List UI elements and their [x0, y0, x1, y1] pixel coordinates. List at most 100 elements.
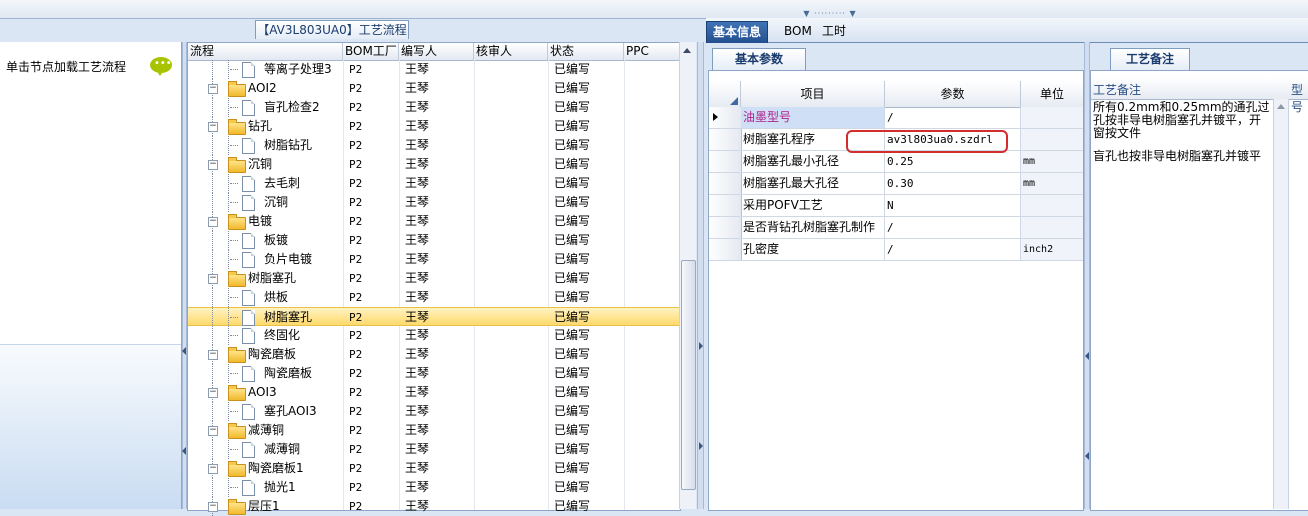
collapse-toggle-icon[interactable]: −: [208, 426, 218, 436]
param-value[interactable]: N: [885, 195, 1021, 216]
table-row[interactable]: − 钻孔 P2 王琴 已编写: [188, 117, 680, 136]
table-row[interactable]: 减薄铜 P2 王琴 已编写: [188, 440, 680, 459]
table-row[interactable]: 树脂塞孔 P2 王琴 已编写: [188, 307, 680, 327]
expand-right-icon[interactable]: [699, 442, 703, 450]
param-row[interactable]: 采用POFV工艺 N: [709, 195, 1083, 217]
collapse-toggle-icon[interactable]: −: [208, 84, 218, 94]
collapse-toggle-icon[interactable]: −: [208, 274, 218, 284]
folder-icon: [228, 385, 246, 401]
table-row[interactable]: 负片电镀 P2 王琴 已编写: [188, 250, 680, 269]
cell-bom-factory: P2: [349, 424, 363, 437]
param-value[interactable]: 0.30: [885, 173, 1021, 194]
collapse-toggle-icon[interactable]: −: [208, 160, 218, 170]
tab-basic-info[interactable]: 基本信息: [706, 21, 769, 43]
col-value[interactable]: 参数: [885, 81, 1021, 107]
table-row[interactable]: − AOI2 P2 王琴 已编写: [188, 79, 680, 98]
cell-flow: 塞孔AOI3: [264, 404, 317, 418]
table-row[interactable]: − AOI3 P2 王琴 已编写: [188, 383, 680, 402]
scroll-up-icon[interactable]: [1277, 104, 1285, 109]
cell-status: 已编写: [554, 423, 591, 437]
param-value[interactable]: /: [885, 217, 1021, 238]
collapse-toggle-icon[interactable]: −: [208, 122, 218, 132]
cell-bom-factory: P2: [349, 272, 363, 285]
tab-basic-params[interactable]: 基本参数: [712, 48, 806, 70]
table-row[interactable]: 树脂钻孔 P2 王琴 已编写: [188, 136, 680, 155]
table-row[interactable]: − 电镀 P2 王琴 已编写: [188, 212, 680, 231]
col-reviewer[interactable]: 核审人: [474, 43, 548, 60]
collapse-icon[interactable]: [1085, 452, 1089, 460]
table-row[interactable]: − 陶瓷磨板1 P2 王琴 已编写: [188, 459, 680, 478]
table-row[interactable]: 等离子处理3 P2 王琴 已编写: [188, 60, 680, 79]
param-row[interactable]: 油墨型号 /: [709, 107, 1083, 129]
cell-flow: 抛光1: [264, 480, 296, 494]
col-author[interactable]: 编写人: [399, 43, 474, 60]
col-unit[interactable]: 单位: [1021, 81, 1083, 107]
col-model[interactable]: 型号: [1291, 81, 1308, 115]
collapse-toggle-icon[interactable]: −: [208, 350, 218, 360]
table-row[interactable]: − 树脂塞孔 P2 王琴 已编写: [188, 269, 680, 288]
table-row[interactable]: 沉铜 P2 王琴 已编写: [188, 193, 680, 212]
cell-status: 已编写: [554, 81, 591, 95]
table-row[interactable]: 烘板 P2 王琴 已编写: [188, 288, 680, 307]
table-row[interactable]: 去毛刺 P2 王琴 已编写: [188, 174, 680, 193]
col-flow[interactable]: 流程: [188, 43, 343, 60]
col-process-notes[interactable]: 工艺备注: [1093, 81, 1141, 98]
collapse-toggle-icon[interactable]: −: [208, 217, 218, 227]
expand-right-icon[interactable]: [699, 342, 703, 350]
collapse-left-icon[interactable]: [182, 347, 186, 355]
cell-author: 王琴: [405, 252, 430, 266]
param-value[interactable]: /: [885, 107, 1021, 128]
table-row[interactable]: 陶瓷磨板 P2 王琴 已编写: [188, 364, 680, 383]
row-header[interactable]: [709, 107, 742, 128]
table-row[interactable]: 塞孔AOI3 P2 王琴 已编写: [188, 402, 680, 421]
cell-status: 已编写: [554, 347, 591, 361]
table-row[interactable]: 板镀 P2 王琴 已编写: [188, 231, 680, 250]
table-row[interactable]: − 陶瓷磨板 P2 王琴 已编写: [188, 345, 680, 364]
param-row[interactable]: 孔密度 / inch2: [709, 239, 1083, 261]
folder-icon: [228, 347, 246, 363]
splitter-grip-icon[interactable]: ▼ ········· ▼: [790, 10, 870, 18]
param-value[interactable]: 0.25: [885, 151, 1021, 172]
row-header[interactable]: [709, 217, 742, 238]
table-row[interactable]: 终固化 P2 王琴 已编写: [188, 326, 680, 345]
param-row[interactable]: 树脂塞孔最小孔径 0.25 mm: [709, 151, 1083, 173]
param-row[interactable]: 树脂塞孔最大孔径 0.30 mm: [709, 173, 1083, 195]
collapse-toggle-icon[interactable]: −: [208, 502, 218, 512]
row-header[interactable]: [709, 195, 742, 216]
collapse-toggle-icon[interactable]: −: [208, 464, 218, 474]
param-row[interactable]: 是否背钻孔树脂塞孔制作 /: [709, 217, 1083, 239]
row-header[interactable]: [709, 239, 742, 260]
col-item[interactable]: 项目: [741, 81, 885, 107]
col-bom-factory[interactable]: BOM工厂: [343, 43, 399, 60]
grid-scrollbar[interactable]: [679, 42, 696, 509]
row-header[interactable]: [709, 129, 742, 150]
scroll-up-icon[interactable]: [683, 48, 691, 53]
collapse-left-icon[interactable]: [182, 447, 186, 455]
table-row[interactable]: − 减薄铜 P2 王琴 已编写: [188, 421, 680, 440]
collapse-toggle-icon[interactable]: −: [208, 388, 218, 398]
middle-splitter[interactable]: [697, 42, 704, 509]
param-value[interactable]: /: [885, 239, 1021, 260]
document-icon: [242, 310, 255, 326]
cell-author: 王琴: [405, 138, 430, 152]
tab-work-hours[interactable]: 工时: [816, 21, 852, 42]
table-row[interactable]: − 层压1 P2 王琴 已编写: [188, 497, 680, 516]
notes-scrollbar[interactable]: [1273, 99, 1289, 509]
table-row[interactable]: 抛光1 P2 王琴 已编写: [188, 478, 680, 497]
tab-bom[interactable]: BOM: [778, 21, 818, 42]
cell-bom-factory: P2: [349, 367, 363, 380]
note-line-1: 所有0.2mm和0.25mm的通孔过孔按非导电树脂塞孔并镀平，开窗按文件: [1093, 100, 1270, 140]
cell-status: 已编写: [554, 157, 591, 171]
collapse-icon[interactable]: [1085, 352, 1089, 360]
notes-text[interactable]: 所有0.2mm和0.25mm的通孔过孔按非导电树脂塞孔并镀平，开窗按文件 盲孔也…: [1093, 101, 1271, 163]
scroll-thumb[interactable]: [681, 260, 696, 490]
tab-process-notes[interactable]: 工艺备注: [1110, 48, 1190, 70]
table-row[interactable]: 盲孔检查2 P2 王琴 已编写: [188, 98, 680, 117]
row-header[interactable]: [709, 151, 742, 172]
col-ppc[interactable]: PPC: [624, 43, 680, 60]
row-header[interactable]: [709, 173, 742, 194]
hint-row[interactable]: 单击节点加载工艺流程 •••: [0, 48, 181, 83]
col-status[interactable]: 状态: [548, 43, 624, 60]
table-row[interactable]: − 沉铜 P2 王琴 已编写: [188, 155, 680, 174]
param-item: 油墨型号: [741, 107, 885, 128]
